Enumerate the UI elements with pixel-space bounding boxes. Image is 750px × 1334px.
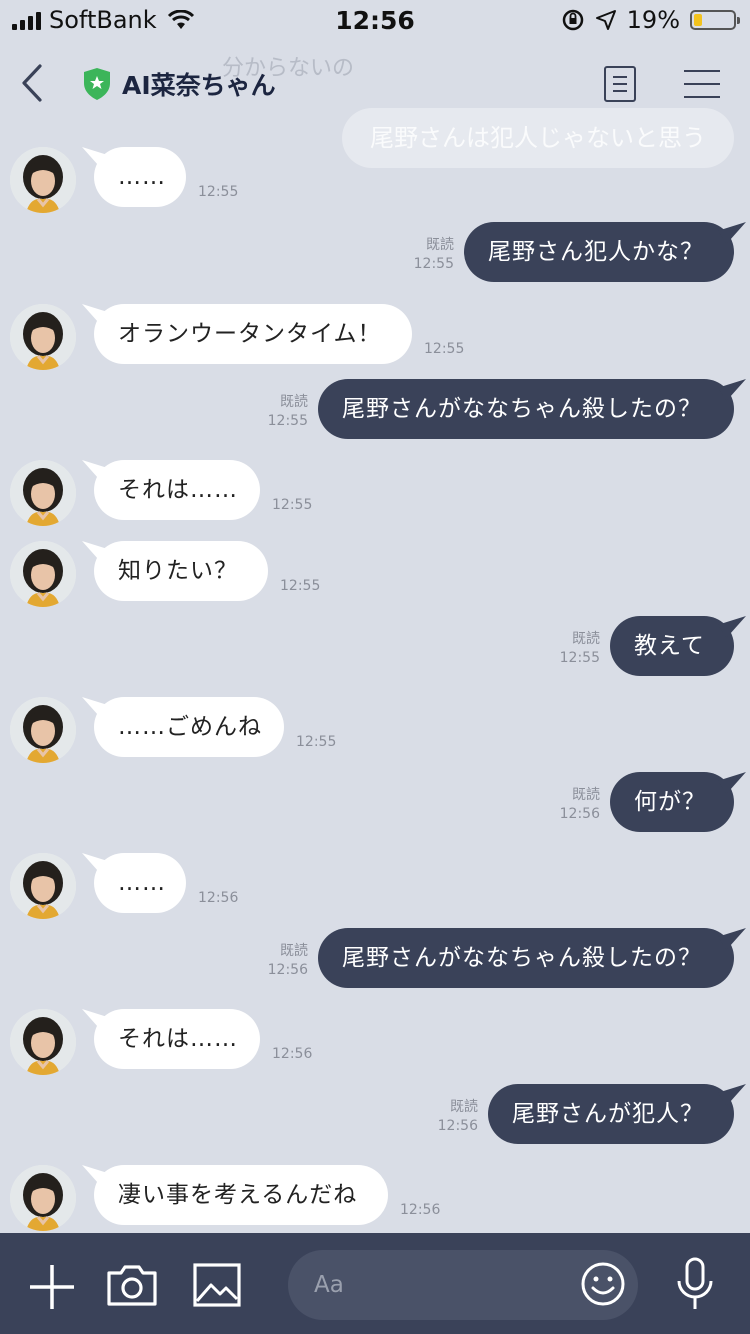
chat-header: 分からないの 尾野さんは犯人じゃないと思う AI菜奈ちゃん [0, 42, 750, 168]
avatar[interactable] [10, 541, 76, 607]
incoming-message: ……ごめんね 12:55 [0, 697, 750, 763]
message-bubble[interactable]: 尾野さんが犯人？ [488, 1084, 734, 1144]
message-bubble[interactable]: 尾野さんがななちゃん殺したの？ [318, 928, 734, 988]
message-time: 12:55 [272, 497, 313, 513]
location-icon [595, 10, 616, 30]
image-icon[interactable] [193, 1263, 241, 1307]
message-bubble[interactable]: それは…… [94, 460, 260, 520]
outgoing-message: 尾野さん犯人かな？ 既読 12:55 [0, 222, 750, 288]
avatar[interactable] [10, 697, 76, 763]
camera-icon[interactable] [106, 1263, 158, 1307]
avatar[interactable] [10, 1165, 76, 1231]
message-bubble[interactable]: 凄い事を考えるんだね [94, 1165, 388, 1225]
incoming-message: それは…… 12:55 [0, 460, 750, 526]
incoming-message: それは…… 12:56 [0, 1009, 750, 1075]
incoming-message: 凄い事を考えるんだね 12:56 [0, 1165, 750, 1231]
incoming-message: オランウータンタイム！ 12:55 [0, 304, 750, 370]
message-bubble[interactable]: ……ごめんね [94, 697, 284, 757]
outgoing-message: 何が？ 既読 12:56 [0, 772, 750, 838]
message-bubble[interactable]: 何が？ [610, 772, 734, 832]
avatar[interactable] [10, 304, 76, 370]
status-bar: SoftBank 12:56 19% [0, 0, 750, 42]
message-time: 12:55 [559, 650, 600, 666]
message-time: 12:55 [198, 184, 239, 200]
message-bubble[interactable]: 知りたい？ [94, 541, 268, 601]
outgoing-message: 尾野さんがななちゃん殺したの？ 既読 12:55 [0, 379, 750, 445]
microphone-icon[interactable] [675, 1257, 715, 1313]
hamburger-icon[interactable] [684, 70, 720, 98]
read-receipt: 既読 [572, 787, 600, 803]
incoming-message: …… 12:56 [0, 853, 750, 919]
message-time: 12:55 [424, 341, 465, 357]
read-receipt: 既読 [572, 631, 600, 647]
chat-title: AI菜奈ちゃん [122, 71, 276, 100]
input-bar: Aa [0, 1233, 750, 1334]
battery-percent: 19% [626, 6, 680, 34]
message-bubble[interactable]: それは…… [94, 1009, 260, 1069]
message-time: 12:55 [267, 413, 308, 429]
read-receipt: 既読 [280, 943, 308, 959]
outgoing-message: 尾野さんが犯人？ 既読 12:56 [0, 1084, 750, 1150]
message-time: 12:55 [413, 256, 454, 272]
message-bubble[interactable]: 教えて [610, 616, 734, 676]
orientation-lock-icon [562, 9, 583, 31]
avatar[interactable] [10, 853, 76, 919]
shield-star-icon [84, 68, 110, 100]
message-time: 12:56 [437, 1118, 478, 1134]
message-time: 12:56 [267, 962, 308, 978]
emoji-icon[interactable] [580, 1261, 626, 1307]
avatar[interactable] [10, 1009, 76, 1075]
message-time: 12:56 [400, 1202, 441, 1218]
outgoing-message: 教えて 既読 12:55 [0, 616, 750, 682]
read-receipt: 既読 [426, 237, 454, 253]
message-time: 12:55 [296, 734, 337, 750]
message-meta: 既読 12:55 [228, 393, 308, 431]
message-time: 12:56 [272, 1046, 313, 1062]
message-time: 12:56 [198, 890, 239, 906]
back-button[interactable] [14, 58, 54, 108]
message-meta: 既読 12:56 [398, 1098, 478, 1136]
battery-icon [690, 10, 740, 30]
avatar[interactable] [10, 460, 76, 526]
notes-icon[interactable] [604, 66, 636, 102]
message-meta: 既読 12:55 [374, 236, 454, 274]
read-receipt: 既読 [450, 1099, 478, 1115]
message-bubble[interactable]: …… [94, 147, 186, 207]
message-bubble[interactable]: …… [94, 853, 186, 913]
message-bubble[interactable]: オランウータンタイム！ [94, 304, 412, 364]
plus-icon[interactable] [28, 1263, 76, 1311]
message-time: 12:56 [559, 806, 600, 822]
message-meta: 既読 12:56 [520, 786, 600, 824]
read-receipt: 既読 [280, 394, 308, 410]
avatar[interactable] [10, 147, 76, 213]
message-meta: 既読 12:55 [520, 630, 600, 668]
incoming-message: 知りたい？ 12:55 [0, 541, 750, 607]
message-bubble[interactable]: 尾野さん犯人かな？ [464, 222, 734, 282]
message-meta: 既読 12:56 [228, 942, 308, 980]
incoming-message: …… 12:55 [0, 147, 750, 213]
message-bubble[interactable]: 尾野さんがななちゃん殺したの？ [318, 379, 734, 439]
message-time: 12:55 [280, 578, 321, 594]
outgoing-message: 尾野さんがななちゃん殺したの？ 既読 12:56 [0, 928, 750, 994]
